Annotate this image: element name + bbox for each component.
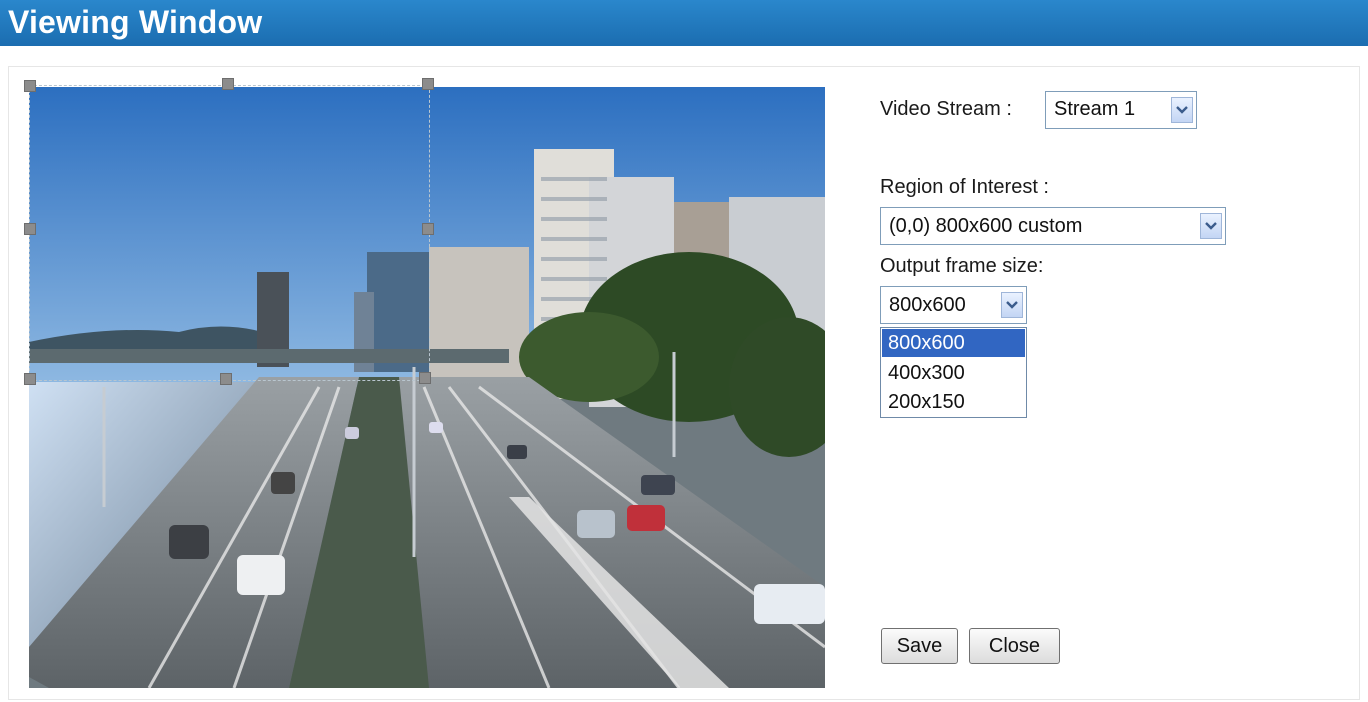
roi-resize-handle-bottom-right[interactable] [419, 372, 431, 384]
region-of-interest-value: (0,0) 800x600 custom [889, 215, 1083, 237]
output-frame-size-option[interactable]: 400x300 [882, 359, 1025, 387]
title-bar: Viewing Window [0, 0, 1368, 46]
roi-resize-handle-top-left[interactable] [24, 80, 36, 92]
region-of-interest-label: Region of Interest : [880, 176, 1049, 198]
output-frame-size-label: Output frame size: [880, 255, 1044, 277]
region-of-interest-select[interactable]: (0,0) 800x600 custom [880, 207, 1226, 245]
chevron-down-icon[interactable] [1001, 292, 1023, 318]
output-frame-size-option[interactable]: 800x600 [882, 329, 1025, 357]
output-frame-size-dropdown[interactable]: 800x600 400x300 200x150 [880, 327, 1027, 418]
roi-resize-handle-right[interactable] [422, 223, 434, 235]
window-title: Viewing Window [8, 4, 263, 40]
video-stream-value: Stream 1 [1054, 98, 1136, 120]
output-frame-size-value: 800x600 [889, 294, 966, 316]
video-stream-label: Video Stream : [880, 98, 1012, 120]
output-frame-size-select[interactable]: 800x600 [880, 286, 1027, 324]
chevron-down-icon[interactable] [1171, 97, 1193, 123]
roi-resize-handle-top-right[interactable] [422, 78, 434, 90]
roi-resize-handle-top[interactable] [222, 78, 234, 90]
roi-resize-handle-bottom[interactable] [220, 373, 232, 385]
chevron-down-icon[interactable] [1200, 213, 1222, 239]
video-stream-select[interactable]: Stream 1 [1045, 91, 1197, 129]
roi-resize-handle-left[interactable] [24, 223, 36, 235]
output-frame-size-option[interactable]: 200x150 [882, 388, 1025, 416]
roi-resize-handle-bottom-left[interactable] [24, 373, 36, 385]
close-button[interactable]: Close [969, 628, 1060, 664]
save-button[interactable]: Save [881, 628, 958, 664]
roi-selection-box[interactable] [29, 85, 430, 381]
